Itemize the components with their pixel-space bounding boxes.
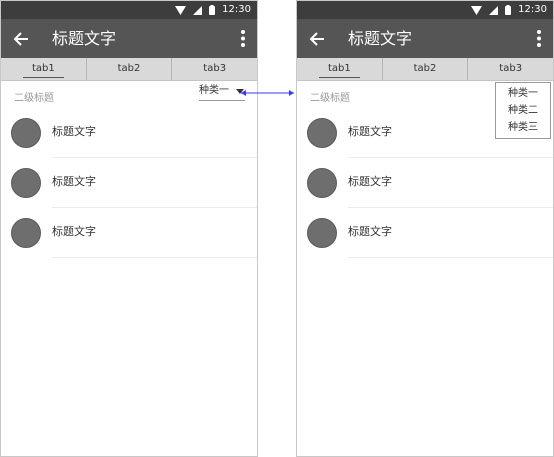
transition-arrow xyxy=(241,90,294,96)
